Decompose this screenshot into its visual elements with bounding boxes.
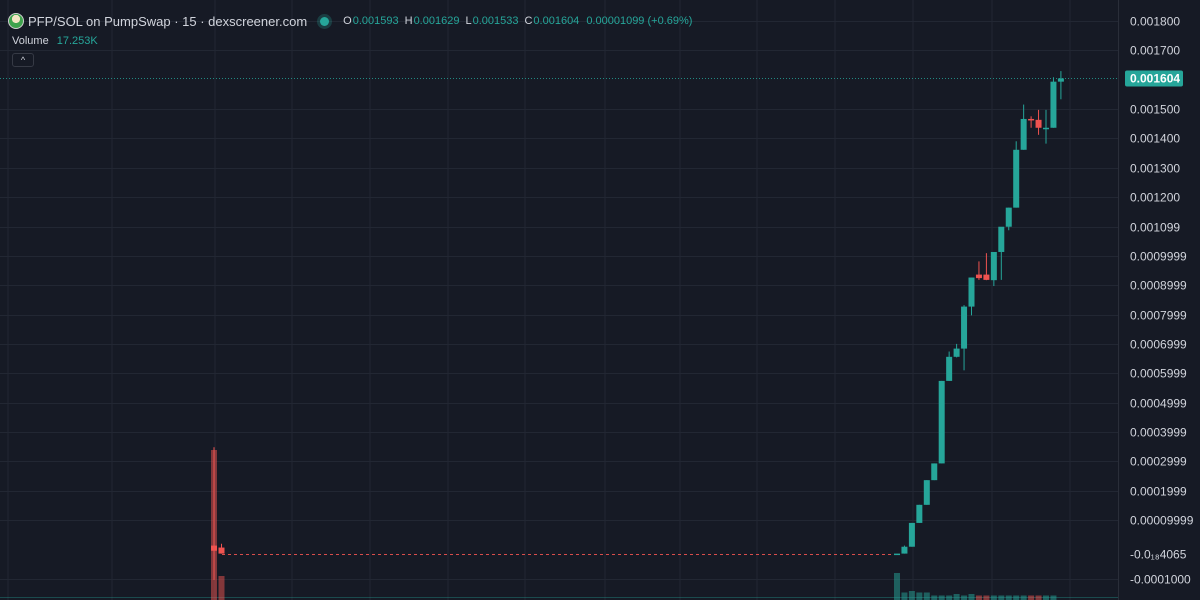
candle-body (946, 356, 953, 381)
candle-body (968, 277, 975, 307)
price-axis-tick-label: 0.0006999 (1130, 338, 1187, 352)
volume-bar (1013, 595, 1020, 600)
ohlc-high: H0.001629 (404, 15, 460, 27)
volume-bar (983, 595, 990, 600)
candle-body (1005, 207, 1012, 227)
chart-grid (0, 0, 1118, 600)
volume-bar (1028, 595, 1035, 600)
candle-body (1050, 81, 1057, 128)
price-axis-tick-label: 0.001200 (1130, 191, 1180, 205)
volume-legend: Volume 17.253K (12, 35, 98, 47)
volume-bar (990, 595, 997, 600)
candle-body (923, 480, 930, 505)
volume-bar (908, 591, 915, 600)
candle-body (1043, 127, 1049, 130)
candle-body (998, 226, 1005, 252)
chart-title: PFP/SOL on PumpSwap · 15 · dexscreener.c… (28, 13, 308, 29)
candle-body (1013, 149, 1020, 208)
candle-body (975, 274, 982, 279)
price-axis-tick-label: 0.0002999 (1130, 455, 1187, 469)
volume-bar (923, 592, 930, 600)
volume-bar (1043, 595, 1049, 600)
candle-body (1020, 118, 1027, 150)
marker-price-label: -0.0₁₈4065 (1130, 548, 1187, 562)
price-axis-tick-label: 0.0008999 (1130, 279, 1187, 293)
candle-body (938, 380, 945, 464)
price-axis-tick-label: 0.0009999 (1130, 250, 1187, 264)
candle-body (916, 504, 923, 523)
price-axis-tick-label: 0.001300 (1130, 162, 1180, 176)
price-axis-tick-label: 0.0007999 (1130, 309, 1187, 323)
volume-bar (1020, 595, 1027, 600)
price-axis-tick-label: 0.0005999 (1130, 367, 1187, 381)
candle-body (1057, 78, 1064, 82)
volume-bar (1050, 595, 1057, 600)
volume-bar (894, 573, 900, 600)
chart-header: PFP/SOL on PumpSwap · 15 · dexscreener.c… (8, 11, 692, 31)
candle-body (990, 251, 997, 281)
price-axis-tick-label: 0.001800 (1130, 15, 1180, 29)
candle-body (983, 274, 990, 280)
price-axis-tick-label: 0.001099 (1130, 221, 1180, 235)
ohlc-change: 0.00001099 (+0.69%) (586, 15, 693, 27)
volume-bar (931, 595, 938, 600)
volume-bar (975, 595, 982, 600)
ohlc-close: C0.001604 (524, 15, 580, 27)
collapse-legend-button[interactable]: ^ (12, 53, 34, 67)
ohlc-readout: O0.001593 H0.001629 L0.001533 C0.001604 … (343, 15, 692, 27)
candle-body (931, 463, 938, 481)
price-axis-tick-label: 0.001700 (1130, 44, 1180, 58)
candle-body (961, 306, 968, 349)
price-axis-tick-label: -0.0001000 (1130, 573, 1191, 587)
volume-value: 17.253K (56, 35, 98, 47)
volume-bar (938, 595, 945, 600)
volume-bar (916, 592, 923, 600)
price-axis-tick-label: 0.0004999 (1130, 397, 1187, 411)
candle-body (901, 546, 908, 554)
price-axis-tick-label: 0.00009999 (1130, 514, 1194, 528)
price-axis[interactable]: 0.001800 0.001700 0.001500 0.001400 0.001300… (1118, 0, 1194, 600)
current-price-label: 0.001604 (1130, 72, 1180, 86)
price-axis-tick-label: 0.0001999 (1130, 485, 1187, 499)
volume-bar (1005, 595, 1012, 600)
volume-label: Volume (12, 35, 49, 47)
price-chart[interactable]: 0.001800 0.001700 0.001500 0.001400 0.001300… (0, 0, 1200, 600)
candle-body (218, 547, 225, 554)
candles (211, 71, 1064, 580)
price-axis-tick-label: 0.001500 (1130, 103, 1180, 117)
candle-body (953, 348, 960, 357)
chevron-up-icon: ^ (20, 55, 26, 65)
candle-body (908, 522, 915, 547)
volume-bar (946, 595, 953, 600)
volume-bar (1035, 595, 1042, 600)
candle-body (1035, 119, 1042, 128)
candle-body (211, 545, 217, 551)
volume-bar (901, 592, 908, 600)
live-status-dot-icon (320, 16, 330, 26)
ohlc-open: O0.001593 (343, 15, 399, 27)
candle-body (1028, 118, 1035, 121)
volume-bar (953, 594, 960, 600)
price-axis-tick-label: 0.001400 (1130, 132, 1180, 146)
token-logo-icon (8, 13, 24, 29)
volume-bars (0, 450, 1118, 600)
price-axis-tick-label: 0.0003999 (1130, 426, 1187, 440)
candle-body (894, 553, 900, 556)
ohlc-low: L0.001533 (465, 15, 519, 27)
volume-bar (961, 595, 968, 600)
volume-bar (968, 594, 975, 600)
volume-bar (218, 576, 225, 600)
volume-bar (998, 595, 1005, 600)
